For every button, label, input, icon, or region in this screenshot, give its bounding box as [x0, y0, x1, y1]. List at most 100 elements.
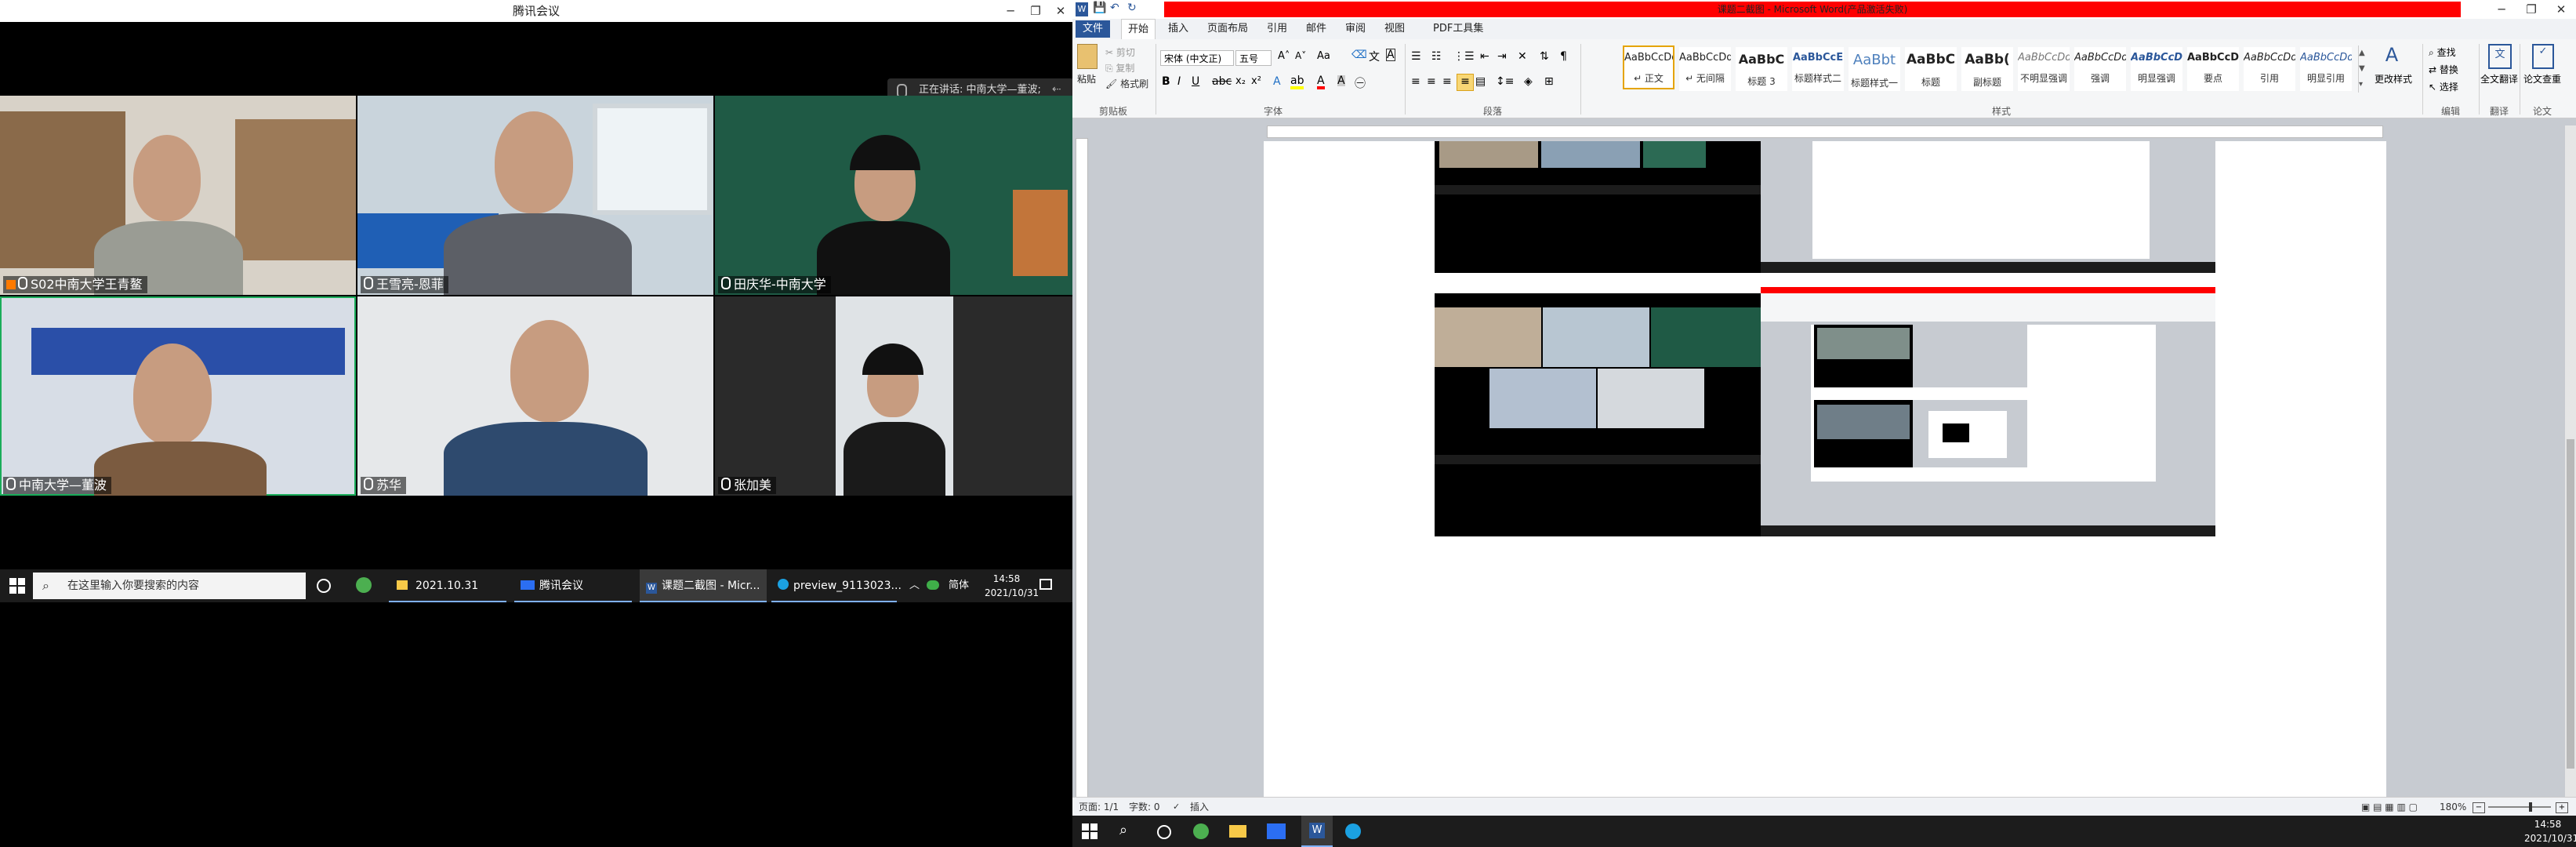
copy-button[interactable]: ⎘ 复制 [1105, 61, 1134, 75]
app-icon[interactable] [1193, 823, 1209, 839]
tab-insert[interactable]: 插入 [1168, 19, 1188, 39]
video-tile[interactable]: 苏华 [357, 296, 713, 496]
shrink-font-icon[interactable]: A˅ [1295, 50, 1306, 61]
enclose-char-icon[interactable]: ㊀ [1355, 75, 1366, 91]
tab-layout[interactable]: 页面布局 [1207, 19, 1248, 39]
full-translate-button[interactable]: 全文翻译 [2480, 72, 2518, 85]
paste-icon[interactable] [1077, 44, 1098, 69]
cortana-icon[interactable] [1157, 825, 1171, 839]
underline-icon[interactable]: U [1192, 75, 1199, 88]
minimize-icon[interactable]: ─ [2488, 0, 2515, 19]
paper-check-icon[interactable]: ✓ [2532, 44, 2554, 69]
paste-button[interactable]: 粘贴 [1077, 72, 1096, 85]
style-heading3[interactable]: AaBbC 标题 3 [1736, 47, 1787, 91]
font-size-select[interactable]: 五号 [1235, 50, 1272, 66]
vertical-ruler[interactable] [1076, 138, 1088, 798]
embedded-screenshot[interactable] [1435, 287, 1761, 536]
char-border-icon[interactable]: A [1386, 49, 1395, 61]
align-right-icon[interactable]: ≡ [1442, 75, 1452, 88]
style-quote[interactable]: AaBbCcDd 引用 [2244, 47, 2295, 91]
tab-file[interactable]: 文件 [1076, 20, 1110, 38]
style-strong[interactable]: AaBbCcDd 要点 [2187, 47, 2239, 91]
document-page[interactable] [1264, 141, 2386, 797]
multilevel-list-icon[interactable]: ⋮☰ [1453, 50, 1475, 63]
taskbar-app-edge[interactable]: preview_9113023... [771, 569, 902, 602]
tab-review[interactable]: 审阅 [1345, 19, 1366, 39]
close-icon[interactable]: ✕ [1047, 0, 1074, 22]
video-tile[interactable]: 张加美 [715, 296, 1072, 496]
save-icon[interactable]: 💾 [1093, 2, 1106, 14]
font-color-icon[interactable]: A [1317, 75, 1325, 89]
style-no-spacing[interactable]: AaBbCcDd ↵ 无间隔 [1679, 47, 1731, 91]
status-insert-mode[interactable]: 插入 [1190, 798, 1209, 816]
char-shading-icon[interactable]: A [1337, 75, 1345, 86]
notification-icon[interactable] [1039, 579, 1052, 590]
video-tile-active-speaker[interactable]: 中南大学—董波 [0, 296, 356, 496]
phonetic-icon[interactable]: 文 [1369, 49, 1380, 64]
search-icon[interactable]: ⌕ [1119, 822, 1127, 838]
paper-check-button[interactable]: 论文查重 [2523, 72, 2562, 85]
chinese-layout-icon[interactable]: ✕ [1518, 50, 1527, 63]
status-page[interactable]: 页面: 1/1 [1079, 798, 1119, 816]
strikethrough-icon[interactable]: abc [1212, 75, 1232, 88]
embedded-screenshot[interactable] [1761, 141, 2215, 273]
change-case-icon[interactable]: Aa [1317, 50, 1330, 62]
style-emphasis[interactable]: AaBbCcDd 强调 [2074, 47, 2126, 91]
select-button[interactable]: ↖ 选择 [2429, 80, 2458, 93]
decrease-indent-icon[interactable]: ⇤ [1480, 50, 1489, 63]
taskbar-app-word[interactable]: W 课题二截图 - Micr... [640, 569, 767, 602]
tab-references[interactable]: 引用 [1267, 19, 1287, 39]
taskbar-search-box[interactable]: ⌕ 在这里输入你要搜索的内容 [33, 573, 306, 599]
vertical-scrollbar[interactable] [2565, 125, 2576, 797]
taskbar-app-word[interactable]: W [1301, 816, 1333, 847]
windows-start-icon[interactable] [9, 578, 25, 594]
taskbar-app-folder[interactable]: 2021.10.31 [389, 569, 506, 602]
status-words[interactable]: 字数: 0 [1129, 798, 1160, 816]
borders-icon[interactable]: ⊞ [1544, 75, 1554, 88]
sort-icon[interactable]: ⇅ [1540, 50, 1549, 63]
style-title-style1[interactable]: AaBbt 标题样式一 [1849, 47, 1900, 91]
restore-icon[interactable]: ❐ [1022, 0, 1049, 22]
text-effect-icon[interactable]: A [1273, 75, 1281, 88]
replace-button[interactable]: ⇄ 替换 [2429, 63, 2458, 76]
subscript-icon[interactable]: x₂ [1235, 75, 1246, 87]
style-title[interactable]: AaBbC 标题 [1905, 47, 1957, 91]
tab-pdf-tools[interactable]: PDF工具集 [1433, 19, 1483, 39]
tab-view[interactable]: 视图 [1384, 19, 1405, 39]
ime-indicator[interactable]: 简体 [949, 569, 969, 602]
folder-icon[interactable] [1229, 825, 1246, 838]
bullets-icon[interactable]: ☰ [1411, 50, 1421, 63]
zoom-out-icon[interactable]: − [2473, 802, 2485, 813]
line-spacing-icon[interactable]: ↕≡ [1496, 75, 1514, 88]
align-left-icon[interactable]: ≡ [1411, 75, 1420, 88]
zoom-level[interactable]: 180% [2440, 798, 2466, 816]
style-intense-emphasis[interactable]: AaBbCcDd 明显强调 [2131, 47, 2182, 91]
numbering-icon[interactable]: ☷ [1431, 50, 1442, 63]
zoom-thumb[interactable] [2529, 802, 2532, 812]
tab-mailings[interactable]: 邮件 [1306, 19, 1326, 39]
zoom-in-icon[interactable]: + [2556, 802, 2568, 813]
justify-icon[interactable]: ≡ [1457, 74, 1474, 91]
clock[interactable]: 14:58 2021/10/31 [2524, 817, 2576, 845]
translate-icon[interactable]: 文 [2488, 44, 2512, 69]
distributed-icon[interactable]: ▤ [1475, 75, 1486, 88]
zoom-slider[interactable] [2488, 802, 2551, 812]
change-styles-icon[interactable]: A [2380, 44, 2404, 67]
grow-font-icon[interactable]: A˄ [1278, 50, 1290, 62]
cut-button[interactable]: ✂ 剪切 [1105, 45, 1135, 59]
font-name-select[interactable]: 宋体 (中文正) [1160, 50, 1234, 66]
style-title-style2[interactable]: AaBbCcE 标题样式二 [1792, 47, 1844, 91]
style-normal[interactable]: AaBbCcDd ↵ 正文 [1623, 45, 1674, 89]
redo-icon[interactable]: ↻ [1127, 2, 1137, 14]
tencent-meeting-icon[interactable] [1267, 823, 1286, 839]
highlight-icon[interactable]: ab [1290, 75, 1304, 89]
clear-format-icon[interactable]: ⌫ [1351, 49, 1367, 61]
edge-icon[interactable] [1345, 823, 1361, 839]
wechat-icon[interactable] [927, 580, 939, 590]
restore-icon[interactable]: ❐ [2518, 0, 2545, 19]
embedded-screenshot[interactable] [1435, 141, 1761, 273]
arrow-icon[interactable]: ⇠ [1052, 83, 1061, 96]
embedded-screenshot[interactable] [1761, 287, 2215, 536]
italic-icon[interactable]: I [1177, 75, 1181, 88]
bold-icon[interactable]: B [1162, 75, 1170, 88]
